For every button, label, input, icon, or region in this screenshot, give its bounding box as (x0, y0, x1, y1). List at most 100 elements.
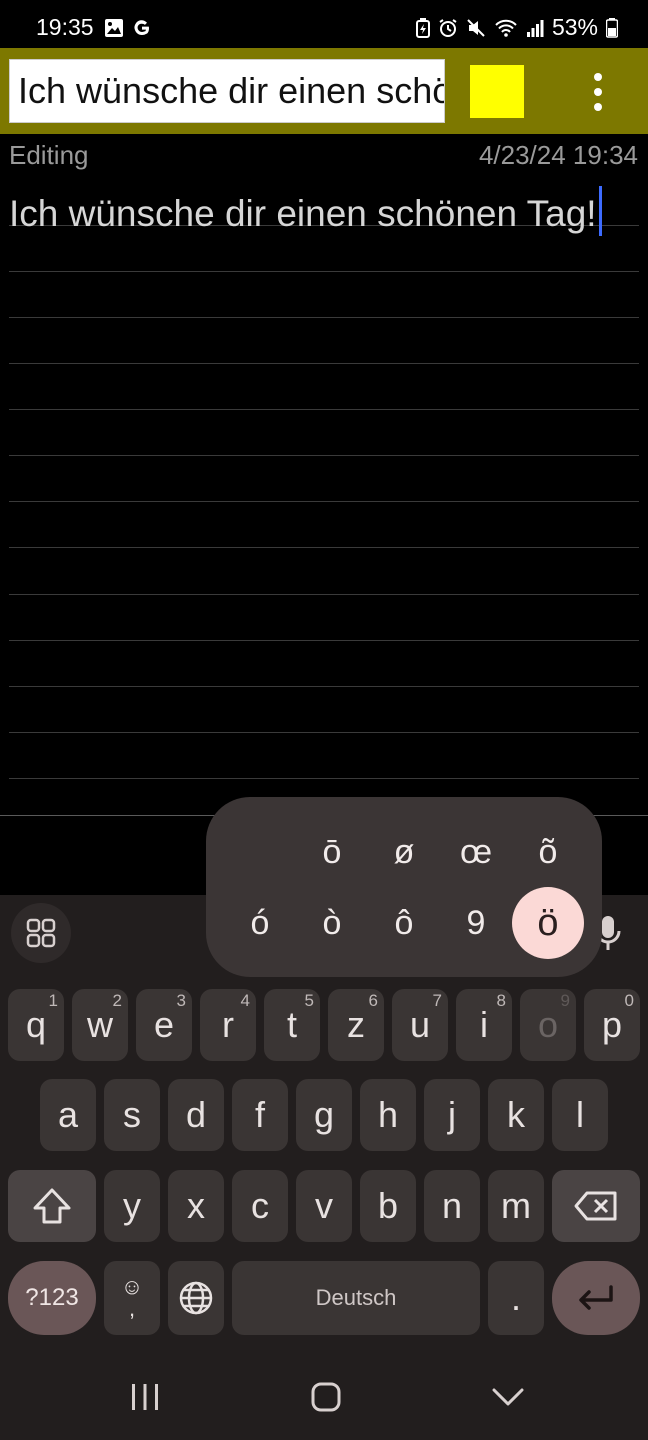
key-a[interactable]: a (40, 1079, 96, 1151)
key-g[interactable]: g (296, 1079, 352, 1151)
key-o[interactable]: o9 (520, 989, 576, 1061)
key-label: w (87, 1004, 113, 1045)
key-e[interactable]: e3 (136, 989, 192, 1061)
key-k[interactable]: k (488, 1079, 544, 1151)
menu-dot (594, 88, 602, 96)
key-label: i (480, 1004, 488, 1045)
accent-option[interactable]: õ (512, 816, 584, 888)
note-text: Ich wünsche dir einen schönen Tag! (9, 186, 602, 236)
note-editor[interactable]: Ich wünsche dir einen schönen Tag! (9, 180, 639, 800)
enter-icon (579, 1285, 613, 1310)
accent-option[interactable]: 9 (440, 887, 512, 959)
line-rule (9, 686, 639, 687)
key-u[interactable]: u7 (392, 989, 448, 1061)
mute-icon (467, 18, 485, 37)
shift-key[interactable] (8, 1170, 96, 1242)
accent-option[interactable]: ò (296, 887, 368, 959)
key-p[interactable]: p0 (584, 989, 640, 1061)
accent-option-selected[interactable]: ö (512, 887, 584, 959)
key-label: t (286, 1004, 297, 1045)
key-c[interactable]: c (232, 1170, 288, 1242)
line-rule (9, 317, 639, 318)
battery-saver-icon (415, 17, 430, 38)
emoji-comma-key[interactable]: ☺ , (104, 1261, 160, 1335)
title-bar: Ich wünsche dir einen schönen Tag! (0, 48, 648, 134)
key-label: o (537, 1004, 559, 1045)
key-label: e (153, 1004, 175, 1045)
recents-icon (132, 1384, 158, 1410)
status-bar: 19:35 53% (0, 0, 648, 48)
navigation-bar (0, 1355, 648, 1440)
period-key[interactable]: . (488, 1261, 544, 1335)
key-label: z (347, 1004, 365, 1045)
accent-option[interactable]: ō (296, 816, 368, 888)
key-hint: 5 (304, 991, 314, 1010)
wifi-icon (495, 19, 517, 37)
key-b[interactable]: b (360, 1170, 416, 1242)
accent-option[interactable]: œ (440, 816, 512, 888)
title-input[interactable]: Ich wünsche dir einen schönen Tag! (9, 59, 445, 123)
key-n[interactable]: n (424, 1170, 480, 1242)
key-d[interactable]: d (168, 1079, 224, 1151)
color-picker-button[interactable] (470, 65, 524, 118)
key-y[interactable]: y (104, 1170, 160, 1242)
shift-icon (33, 1188, 71, 1224)
key-l[interactable]: l (552, 1079, 608, 1151)
key-label: u (409, 1004, 431, 1045)
key-hint: 6 (368, 991, 378, 1010)
accent-option[interactable]: ó (224, 887, 296, 959)
key-j[interactable]: j (424, 1079, 480, 1151)
enter-key[interactable] (552, 1261, 640, 1335)
key-hint: 8 (496, 991, 506, 1010)
key-v[interactable]: v (296, 1170, 352, 1242)
home-button[interactable] (296, 1377, 356, 1417)
line-rule (9, 363, 639, 364)
key-z[interactable]: z6 (328, 989, 384, 1061)
key-hint: 9 (560, 991, 570, 1010)
key-i[interactable]: i8 (456, 989, 512, 1061)
status-time: 19:35 (36, 14, 94, 40)
symbols-key[interactable]: ?123 (8, 1261, 96, 1335)
backspace-icon (574, 1191, 617, 1221)
key-r[interactable]: r4 (200, 989, 256, 1061)
alarm-icon (439, 18, 457, 37)
language-key[interactable] (168, 1261, 224, 1335)
accent-option[interactable]: ô (368, 887, 440, 959)
key-w[interactable]: w2 (72, 989, 128, 1061)
line-rule (9, 594, 639, 595)
apps-grid-icon (26, 918, 56, 948)
line-rule (9, 547, 639, 548)
key-label: r (222, 1004, 234, 1045)
key-label: p (601, 1004, 623, 1045)
more-options-icon[interactable] (580, 70, 616, 114)
back-button[interactable] (478, 1377, 538, 1417)
google-icon (134, 20, 149, 36)
backspace-key[interactable] (552, 1170, 640, 1242)
space-key[interactable]: Deutsch (232, 1261, 480, 1335)
accent-option[interactable]: ø (368, 816, 440, 888)
back-icon (492, 1388, 524, 1406)
line-rule (9, 732, 639, 733)
accent-popup: ō ø œ õ ó ò ô 9 ö (206, 797, 602, 977)
key-label: q (25, 1004, 47, 1045)
status-left-icons (104, 18, 152, 38)
battery-percent: 53% (551, 14, 598, 40)
globe-icon (179, 1281, 213, 1315)
key-hint: 3 (176, 991, 186, 1010)
key-f[interactable]: f (232, 1079, 288, 1151)
key-m[interactable]: m (488, 1170, 544, 1242)
key-t[interactable]: t5 (264, 989, 320, 1061)
key-s[interactable]: s (104, 1079, 160, 1151)
key-h[interactable]: h (360, 1079, 416, 1151)
key-hint: 0 (624, 991, 634, 1010)
menu-dot (594, 103, 602, 111)
recents-button[interactable] (115, 1377, 175, 1417)
apps-grid-button[interactable] (11, 903, 71, 963)
key-hint: 1 (48, 991, 58, 1010)
emoji-icon: ☺ (120, 1274, 144, 1299)
key-x[interactable]: x (168, 1170, 224, 1242)
key-hint: 7 (432, 991, 442, 1010)
key-q[interactable]: q1 (8, 989, 64, 1061)
line-rule (9, 778, 639, 779)
line-rule (9, 640, 639, 641)
